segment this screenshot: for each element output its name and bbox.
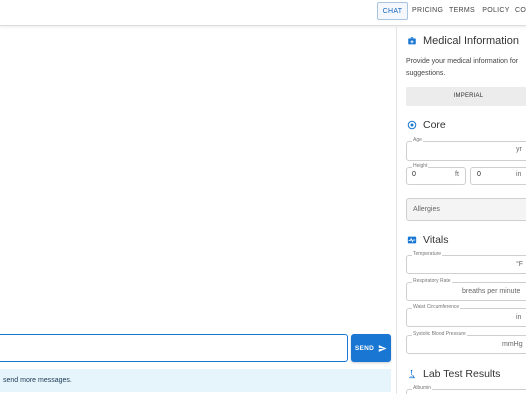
send-label: SEND: [354, 344, 375, 352]
waist-circumference-label: Waist Circumference: [412, 304, 461, 310]
heartbeat-icon: [407, 236, 417, 244]
albumin-label: Albumin: [412, 385, 433, 391]
nav-contact[interactable]: CO: [515, 2, 526, 20]
respiratory-rate-label: Respiratory Rate: [412, 278, 452, 284]
core-target-icon: [407, 120, 417, 130]
temperature-label: Temperature: [412, 251, 443, 257]
top-nav-bar: CHAT PRICING TERMS POLICY CO: [0, 0, 526, 26]
age-label: Age: [412, 137, 423, 143]
systolic-bp-label: Systolic Blood Pressure: [412, 331, 467, 337]
medical-kit-icon: [408, 37, 416, 45]
vitals-section-header: Vitals: [407, 234, 449, 246]
respiratory-rate-unit: breaths per minute: [462, 288, 521, 295]
waist-circumference-unit: in: [516, 314, 522, 321]
message-limit-notice: send more messages.: [0, 369, 391, 392]
send-icon: [378, 344, 387, 352]
waist-circumference-field[interactable]: [406, 308, 526, 327]
height-feet-unit: ft: [455, 171, 459, 178]
temperature-unit: °F: [516, 261, 524, 268]
chat-message-input[interactable]: [0, 334, 348, 362]
panel-divider: [396, 27, 397, 394]
nav-policy[interactable]: POLICY: [482, 2, 510, 20]
core-section-header: Core: [407, 119, 446, 131]
allergies-select[interactable]: Allergies: [406, 198, 526, 221]
height-feet-value: 0: [412, 171, 416, 178]
nav-pricing[interactable]: PRICING: [412, 2, 443, 20]
temperature-field[interactable]: [406, 255, 526, 274]
height-inches-value: 0: [477, 171, 481, 178]
medical-info-description: Provide your medical information for sug…: [406, 58, 519, 77]
age-unit: yr: [516, 146, 522, 153]
send-button[interactable]: SEND: [351, 334, 391, 362]
nav-terms[interactable]: TERMS: [448, 2, 476, 20]
unit-system-toggle[interactable]: IMPERIAL: [406, 87, 526, 106]
nav-chat[interactable]: CHAT: [377, 2, 408, 20]
microscope-icon: [409, 369, 415, 379]
height-label: Height: [412, 163, 429, 169]
core-title: Core: [423, 119, 446, 131]
vitals-title: Vitals: [423, 234, 449, 246]
lab-results-title: Lab Test Results: [423, 368, 501, 380]
systolic-bp-unit: mmHg: [502, 341, 523, 348]
medical-info-title: Medical Information: [423, 35, 519, 47]
age-field[interactable]: [406, 141, 526, 161]
medical-info-header: Medical Information: [407, 35, 519, 47]
height-inches-unit: in: [516, 171, 522, 178]
lab-results-section-header: Lab Test Results: [407, 368, 500, 380]
